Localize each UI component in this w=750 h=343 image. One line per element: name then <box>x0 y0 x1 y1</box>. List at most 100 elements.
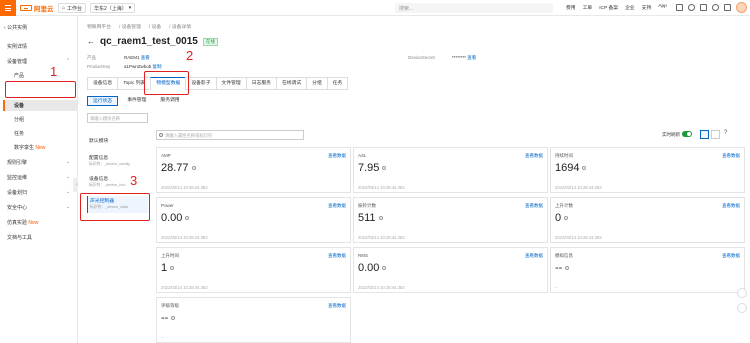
module-item-device-info[interactable]: 设备信息 标识符：_device_info <box>87 175 148 191</box>
grid-view-icon[interactable] <box>700 130 709 139</box>
list-view-icon[interactable] <box>711 130 720 139</box>
breadcrumb-device-mgmt[interactable]: 设备管理 <box>122 25 141 30</box>
info-icon[interactable] <box>565 266 570 271</box>
info-icon[interactable] <box>582 166 587 171</box>
view-data-link[interactable]: 查看数据 <box>328 203 346 209</box>
device-name: qc_raem1_test_0015 <box>100 36 198 47</box>
property-card: RMS 查看数据 0.00 2022/03/14 10:28:44.363 <box>353 247 548 293</box>
subtab-event-mgmt[interactable]: 事件管理 <box>122 96 151 106</box>
property-card: 持续时间 查看数据 1694 2022/03/14 10:28:44.363 <box>550 147 745 193</box>
detail-tabs: 设备信息 Topic 列表 物模型数据 设备影子 文件管理 日志服务 在线调试 … <box>87 77 349 90</box>
top-bar: 阿里云 ⌂ 工作台 华东2（上海） ▾ 搜索... 费用 工单 ICP 备案 企… <box>0 0 750 16</box>
module-item-config[interactable]: 配置信息 标识符：_device_config <box>87 154 148 170</box>
annotation-number-2: 2 <box>186 48 194 63</box>
property-search-input[interactable]: 请输入属性名称或标识符 <box>156 130 304 140</box>
info-icon[interactable] <box>564 216 569 221</box>
product-view-link[interactable]: 查看 <box>141 55 150 60</box>
view-data-link[interactable]: 查看数据 <box>525 203 543 209</box>
product-label: 产品 <box>87 55 96 60</box>
user-avatar[interactable] <box>736 2 747 13</box>
nav-link-support[interactable]: 支持 <box>642 4 652 11</box>
chevron-down-icon: ⌄ <box>66 159 71 165</box>
info-icon[interactable] <box>382 166 387 171</box>
new-badge: New <box>28 220 39 226</box>
tab-online-debug[interactable]: 在线调试 <box>275 77 307 90</box>
tab-groups[interactable]: 分组 <box>306 77 327 90</box>
chevron-down-icon: ⌄ <box>66 174 71 180</box>
devicesecret-value: ******** 查看 <box>452 55 477 60</box>
module-search-input[interactable]: 请输入模块名称 <box>87 113 148 123</box>
home-icon: ⌂ <box>62 5 66 11</box>
tab-log-service[interactable]: 日志服务 <box>245 77 276 90</box>
sidebar-item-rules[interactable]: 规则引擎 <box>7 159 27 166</box>
nav-link-app[interactable]: App <box>658 4 667 11</box>
info-icon[interactable] <box>185 216 190 221</box>
property-card: 模拟信息 查看数据 -- -- <box>550 247 745 293</box>
language-icon[interactable] <box>724 4 731 11</box>
region-selector[interactable]: 华东2（上海） ▾ <box>90 3 136 13</box>
help-icon[interactable] <box>712 4 719 11</box>
back-arrow-icon[interactable]: ← <box>87 37 95 46</box>
nav-link-enterprise[interactable]: 企业 <box>625 4 635 11</box>
subtab-service-call[interactable]: 服务调用 <box>155 96 184 106</box>
feedback-icon[interactable] <box>737 288 747 298</box>
breadcrumb-device-detail: 设备详情 <box>171 25 192 30</box>
property-card: AMP 查看数据 28.77 2022/03/14 10:28:44.363 <box>156 147 351 193</box>
brand-logo[interactable]: 阿里云 <box>20 3 54 13</box>
property-card: Power 查看数据 0.00 2022/03/14 10:28:44.363 <box>156 197 351 243</box>
tab-device-info[interactable]: 设备信息 <box>87 77 118 90</box>
devicesecret-view-link[interactable]: 查看 <box>467 55 476 60</box>
sidebar-item-instance-detail[interactable]: 实例详情 <box>7 43 27 50</box>
view-data-link[interactable]: 查看数据 <box>525 253 543 259</box>
help-icon[interactable]: ? <box>724 130 727 136</box>
sidebar-item-products[interactable]: 产品 <box>14 72 24 79</box>
chevron-down-icon: ⌄ <box>66 189 71 195</box>
info-icon[interactable] <box>191 166 196 171</box>
menu-icon[interactable] <box>0 0 16 16</box>
view-data-link[interactable]: 查看数据 <box>328 303 346 309</box>
view-data-link[interactable]: 查看数据 <box>525 153 543 159</box>
sidebar: ‹ 公共实例 实例详情 设备管理 ⌃ 产品 设备 分组 任务 数字孪生 New … <box>0 16 78 343</box>
sidebar-item-digital-twin[interactable]: 数字孪生 New <box>14 144 45 151</box>
view-data-link[interactable]: 查看数据 <box>722 203 740 209</box>
terminal-icon[interactable] <box>676 4 683 11</box>
nav-link-tickets[interactable]: 工单 <box>583 4 593 11</box>
module-item-default[interactable]: 默认模块 <box>87 137 148 147</box>
sidebar-item-security[interactable]: 安全中心 <box>7 204 27 211</box>
tab-device-shadow[interactable]: 设备影子 <box>185 77 216 90</box>
property-card: 上升计数 查看数据 0 2022/03/14 10:28:44.363 <box>550 197 745 243</box>
subtab-runtime-status[interactable]: 运行状态 <box>87 96 119 106</box>
sidebar-item-docs[interactable]: 文档与工具 <box>7 234 32 241</box>
breadcrumb-iot[interactable]: 物联网平台 <box>87 25 111 30</box>
info-icon[interactable] <box>378 216 383 221</box>
data-subtabs: 运行状态 事件管理 服务调用 <box>87 96 185 106</box>
info-icon[interactable] <box>170 266 175 271</box>
view-data-link[interactable]: 查看数据 <box>328 153 346 159</box>
sidebar-back-public-instance[interactable]: ‹ 公共实例 <box>4 24 27 31</box>
nav-link-icp[interactable]: ICP 备案 <box>599 4 618 11</box>
sidebar-item-device-mgmt[interactable]: 设备管理 <box>7 58 27 65</box>
tab-file-mgmt[interactable]: 文件管理 <box>215 77 246 90</box>
sidebar-item-devices[interactable]: 设备 <box>14 102 24 109</box>
info-icon[interactable] <box>171 316 176 321</box>
sidebar-item-simulation[interactable]: 仿真实验 New <box>7 219 38 226</box>
view-data-link[interactable]: 查看数据 <box>722 153 740 159</box>
cart-icon[interactable] <box>700 4 707 11</box>
workbench-button[interactable]: ⌂ 工作台 <box>58 3 87 13</box>
sidebar-item-tasks[interactable]: 任务 <box>14 130 24 137</box>
realtime-refresh-toggle[interactable] <box>682 131 692 137</box>
sidebar-item-groups[interactable]: 分组 <box>14 116 24 123</box>
global-search-input[interactable]: 搜索... <box>395 3 553 13</box>
info-icon[interactable] <box>382 266 387 271</box>
chat-icon[interactable] <box>737 303 747 313</box>
nav-link-fees[interactable]: 费用 <box>566 4 576 11</box>
sidebar-item-monitoring[interactable]: 监控运维 <box>7 174 27 181</box>
breadcrumb-devices[interactable]: 设备 <box>152 25 162 30</box>
module-panel: 请输入模块名称 默认模块 配置信息 标识符：_device_config 设备信… <box>87 113 150 343</box>
tab-tasks[interactable]: 任务 <box>326 77 349 90</box>
view-data-link[interactable]: 查看数据 <box>722 253 740 259</box>
view-data-link[interactable]: 查看数据 <box>328 253 346 259</box>
productkey-copy-link[interactable]: 复制 <box>153 64 162 69</box>
bell-icon[interactable] <box>688 4 695 11</box>
sidebar-item-device-assign[interactable]: 设备划归 <box>7 189 27 196</box>
